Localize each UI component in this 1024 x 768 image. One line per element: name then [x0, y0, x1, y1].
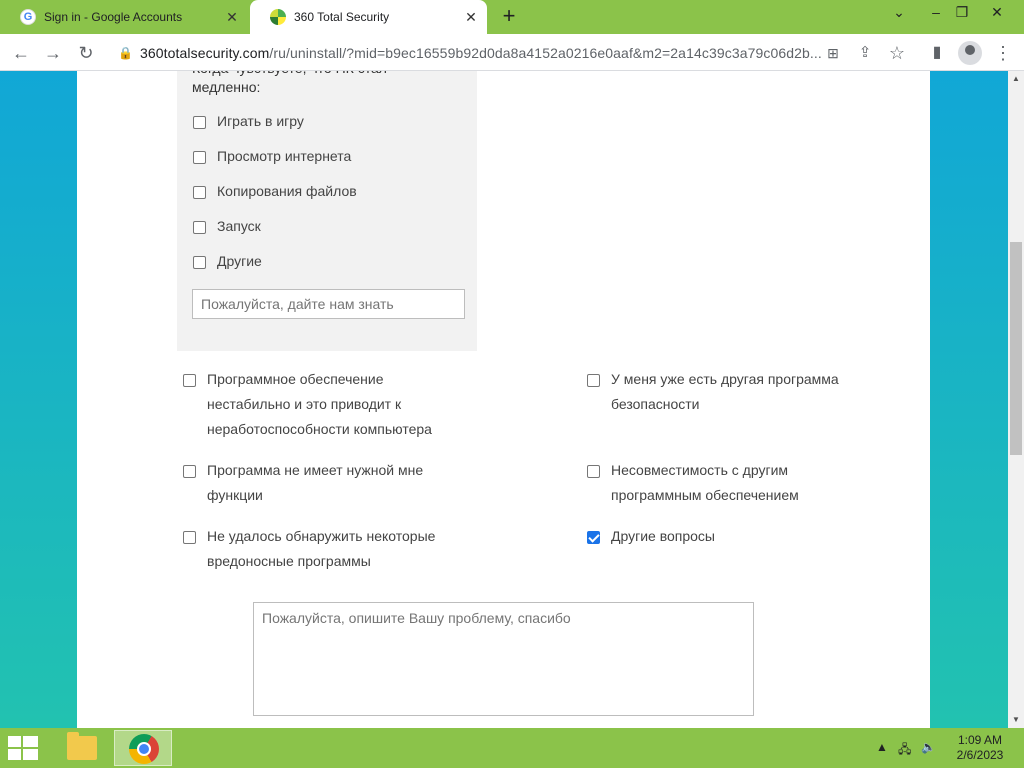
- tab-google-accounts[interactable]: G Sign in - Google Accounts ✕: [0, 0, 248, 34]
- scroll-up-arrow-icon[interactable]: ▲: [1008, 71, 1024, 87]
- lock-icon: 🔒: [118, 45, 133, 60]
- slow-pc-panel: Когда чувствуете, что ПК стал медленно: …: [177, 71, 477, 351]
- page-background-left: [0, 71, 77, 728]
- close-icon[interactable]: ✕: [463, 9, 479, 25]
- tab-title: Sign in - Google Accounts: [44, 10, 183, 24]
- checkbox-missing-feature[interactable]: [183, 465, 196, 478]
- forward-button[interactable]: →: [40, 40, 66, 66]
- show-hidden-icons-icon[interactable]: ▲: [876, 740, 888, 754]
- address-bar[interactable]: 🔒 360totalsecurity.com/ru/uninstall/?mid…: [110, 38, 920, 67]
- folder-icon: [67, 732, 97, 760]
- windows-start-icon[interactable]: [8, 736, 38, 760]
- 360-security-icon: [270, 9, 286, 25]
- uninstall-survey-form: Когда чувствуете, что ПК стал медленно: …: [77, 71, 930, 728]
- chevron-down-icon[interactable]: ⌄: [882, 0, 916, 24]
- checkbox-copy-files[interactable]: [193, 186, 206, 199]
- file-explorer-button[interactable]: [52, 730, 110, 766]
- checkbox-browse-internet[interactable]: [193, 151, 206, 164]
- page-background-right: [930, 71, 1008, 728]
- side-panel-icon[interactable]: ▮: [924, 40, 950, 66]
- new-tab-button[interactable]: +: [498, 5, 520, 28]
- problem-description-textarea[interactable]: Пожалуйста, опишите Вашу проблему, спаси…: [253, 602, 754, 716]
- browser-toolbar: ← → ↻ 🔒 360totalsecurity.com/ru/uninstal…: [0, 34, 1024, 71]
- tab-360-total-security[interactable]: 360 Total Security ✕: [250, 0, 487, 34]
- reason-label: Программное обеспечение нестабильно и эт…: [207, 371, 432, 437]
- volume-icon[interactable]: 🔈: [921, 740, 936, 754]
- reason-label: Несовместимость с другим программным обе…: [611, 462, 799, 503]
- reason-label: Другие вопросы: [611, 528, 715, 544]
- close-icon[interactable]: ✕: [224, 9, 240, 25]
- option-label: Копирования файлов: [217, 183, 357, 199]
- scroll-down-arrow-icon[interactable]: ▼: [1008, 712, 1024, 728]
- translate-icon[interactable]: ⊞: [820, 40, 846, 66]
- slow-question-line2: медленно:: [192, 79, 261, 95]
- tab-title: 360 Total Security: [294, 10, 390, 24]
- profile-avatar[interactable]: [958, 41, 982, 65]
- bookmark-star-icon[interactable]: ☆: [884, 40, 910, 66]
- chrome-icon: [129, 734, 159, 764]
- checkbox-missed-malware[interactable]: [183, 531, 196, 544]
- page-scrollbar[interactable]: ▲ ▼: [1008, 71, 1024, 728]
- reason-label: Не удалось обнаружить некоторые вредонос…: [207, 528, 436, 569]
- windows-taskbar: ▲ 🖧 🔈 1:09 AM 2/6/2023: [0, 728, 1024, 768]
- checkbox-other[interactable]: [193, 256, 206, 269]
- checkbox-other-security-program[interactable]: [587, 374, 600, 387]
- option-label: Другие: [217, 253, 262, 269]
- share-icon[interactable]: ⇪: [852, 40, 878, 66]
- url-text[interactable]: 360totalsecurity.com/ru/uninstall/?mid=b…: [140, 45, 840, 61]
- scrollbar-thumb[interactable]: [1010, 242, 1022, 455]
- google-icon: G: [20, 9, 36, 25]
- option-label: Просмотр интернета: [217, 148, 352, 164]
- page-viewport: Когда чувствуете, что ПК стал медленно: …: [0, 71, 1008, 728]
- clock-time: 1:09 AM: [957, 733, 1003, 747]
- reload-button[interactable]: ↻: [73, 40, 99, 66]
- reason-label: Программа не имеет нужной мне функции: [207, 462, 424, 503]
- system-clock[interactable]: 1:09 AM 2/6/2023: [948, 733, 1012, 763]
- checkbox-startup[interactable]: [193, 221, 206, 234]
- checkbox-software-unstable[interactable]: [183, 374, 196, 387]
- menu-icon[interactable]: ⋮: [990, 40, 1016, 66]
- close-window-button[interactable]: ✕: [980, 0, 1014, 24]
- option-label: Запуск: [217, 218, 261, 234]
- restore-button[interactable]: ❐: [945, 0, 979, 24]
- network-icon[interactable]: 🖧: [898, 740, 911, 761]
- clock-date: 2/6/2023: [956, 748, 1004, 762]
- chrome-taskbar-button[interactable]: [114, 730, 172, 766]
- checkbox-other-issues[interactable]: [587, 531, 600, 544]
- option-label: Играть в игру: [217, 113, 304, 129]
- checkbox-play-game[interactable]: [193, 116, 206, 129]
- checkbox-incompatibility[interactable]: [587, 465, 600, 478]
- reason-label: У меня уже есть другая программа безопас…: [611, 371, 839, 412]
- slow-details-input[interactable]: Пожалуйста, дайте нам знать: [192, 289, 465, 319]
- tab-strip: G Sign in - Google Accounts ✕ 360 Total …: [0, 0, 1024, 34]
- back-button[interactable]: ←: [8, 40, 34, 66]
